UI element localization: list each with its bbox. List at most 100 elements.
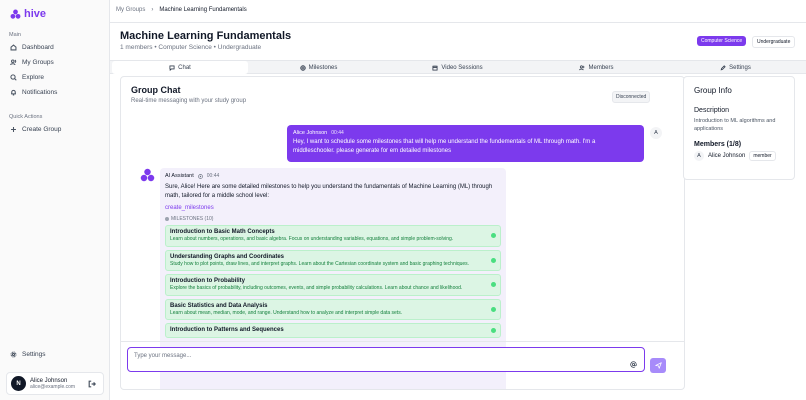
tab-video-sessions[interactable]: Video Sessions xyxy=(389,61,526,74)
sidebar-item-label: Notifications xyxy=(22,89,58,96)
message-author: Alice Johnson xyxy=(293,130,328,136)
app-name: hive xyxy=(24,8,47,20)
mention-icon[interactable] xyxy=(630,361,637,368)
page-title: Machine Learning Fundamentals xyxy=(120,30,292,42)
members-heading: Members (1/8) xyxy=(694,141,742,148)
tab-label: Milestones xyxy=(308,64,338,71)
sidebar-item-settings[interactable]: Settings xyxy=(8,348,102,361)
avatar: A xyxy=(694,151,704,161)
section-label-main: Main xyxy=(9,32,21,38)
message-input[interactable] xyxy=(127,347,645,372)
milestones-bullet-icon xyxy=(165,217,169,221)
milestones-count-label: MILESTONES (10) xyxy=(165,216,501,222)
sidebar-item-explore[interactable]: Explore xyxy=(8,71,102,84)
bot-icon xyxy=(197,173,203,179)
send-icon xyxy=(654,362,662,369)
milestone-status-icon xyxy=(491,282,496,288)
tab-chat[interactable]: Chat xyxy=(112,61,248,74)
milestone-card[interactable]: Introduction to Patterns and Sequences xyxy=(165,323,501,338)
sidebar-item-label: Explore xyxy=(22,74,45,81)
users-icon xyxy=(579,64,585,70)
avatar: N xyxy=(11,376,26,391)
breadcrumb-parent[interactable]: My Groups xyxy=(116,7,145,13)
search-icon xyxy=(10,74,17,81)
section-label-quick-actions: Quick Actions xyxy=(9,114,43,120)
description-heading: Description xyxy=(694,107,730,114)
milestone-title: Understanding Graphs and Coordinates xyxy=(170,253,285,260)
milestone-status-icon xyxy=(491,257,496,263)
target-icon xyxy=(299,64,306,71)
ai-assistant-avatar-icon xyxy=(140,168,155,182)
milestone-status-icon xyxy=(491,328,496,333)
gear-icon xyxy=(10,351,17,358)
chat-panel: Group Chat Real-time messaging with your… xyxy=(120,76,685,390)
breadcrumb-current: Machine Learning Fundamentals xyxy=(159,7,247,13)
tab-members[interactable]: Members xyxy=(528,61,665,74)
member-role-badge: member xyxy=(749,151,776,161)
tab-settings[interactable]: Settings xyxy=(667,61,804,74)
hive-logo-icon xyxy=(10,9,21,19)
breadcrumb-separator: › xyxy=(151,7,154,13)
sidebar-item-label: My Groups xyxy=(22,59,54,66)
milestone-card[interactable]: Introduction to Probability Explore the … xyxy=(165,274,501,296)
sidebar-item-label: Settings xyxy=(22,351,46,358)
group-info-panel: Group Info Description Introduction to M… xyxy=(683,76,795,180)
sidebar-item-create-group[interactable]: Create Group xyxy=(8,123,102,136)
user-email: alice@example.com xyxy=(30,383,76,390)
calendar-icon xyxy=(432,65,438,71)
member-name: Alice Johnson xyxy=(708,153,746,159)
milestone-title: Introduction to Basic Math Concepts xyxy=(170,229,275,235)
avatar: A xyxy=(650,127,662,139)
user-card[interactable]: N Alice Johnson alice@example.com xyxy=(6,372,104,395)
message-time: 00:44 xyxy=(331,130,344,136)
milestone-status-icon xyxy=(491,233,496,239)
sidebar: hive Main Dashboard My Groups Explore No… xyxy=(0,0,110,400)
milestone-title: Introduction to Probability xyxy=(170,278,245,284)
milestone-card[interactable]: Introduction to Basic Math Concepts Lear… xyxy=(165,225,501,247)
tool-call-label: create_milestones xyxy=(165,205,214,211)
logout-icon[interactable] xyxy=(88,380,96,388)
message-author: AI Assistant xyxy=(165,173,194,179)
page-subtitle: 1 members • Computer Science • Undergrad… xyxy=(120,44,262,51)
tab-label: Members xyxy=(588,64,614,71)
sidebar-item-my-groups[interactable]: My Groups xyxy=(8,56,102,69)
sidebar-item-dashboard[interactable]: Dashboard xyxy=(8,41,102,54)
chat-icon xyxy=(169,64,175,71)
milestone-card[interactable]: Understanding Graphs and Coordinates Stu… xyxy=(165,249,501,271)
milestone-description: Learn about numbers, operations, and bas… xyxy=(170,236,454,242)
sidebar-item-label: Create Group xyxy=(22,126,62,133)
tab-milestones[interactable]: Milestones xyxy=(250,61,387,74)
plus-icon xyxy=(11,127,16,132)
group-description: Introduction to ML algorithms and applic… xyxy=(694,118,776,132)
bell-icon xyxy=(11,89,16,96)
group-info-title: Group Info xyxy=(694,86,732,95)
member-row[interactable]: A Alice Johnson member xyxy=(694,151,784,161)
message-text: Hey, I want to schedule some milestones … xyxy=(293,139,596,154)
message-text: Sure, Alice! Here are some detailed mile… xyxy=(165,184,493,199)
tab-label: Video Sessions xyxy=(441,64,483,71)
milestones-count-text: MILESTONES (10) xyxy=(171,216,214,222)
milestone-description: Study how to plot points, draw lines, an… xyxy=(170,260,470,267)
milestone-description: Learn about mean, median, mode, and rang… xyxy=(170,309,403,316)
milestone-title: Basic Statistics and Data Analysis xyxy=(170,302,268,309)
connection-status-badge: Disconnected xyxy=(612,91,651,103)
pencil-icon xyxy=(720,64,726,70)
message-time: 00:44 xyxy=(206,173,220,179)
sidebar-item-notifications[interactable]: Notifications xyxy=(8,86,102,99)
subject-badge: Computer Science xyxy=(697,36,747,46)
tab-label: Settings xyxy=(729,64,751,71)
sidebar-item-label: Dashboard xyxy=(22,44,54,51)
chat-title: Group Chat xyxy=(131,85,181,95)
send-button[interactable] xyxy=(650,358,666,373)
milestone-status-icon xyxy=(491,306,496,312)
users-icon xyxy=(10,59,17,66)
main-content: My Groups › Machine Learning Fundamental… xyxy=(110,0,806,400)
milestone-title: Introduction to Patterns and Sequences xyxy=(170,327,284,333)
user-message: Alice Johnson 00:44 Hey, I want to sched… xyxy=(287,125,644,162)
tab-label: Chat xyxy=(178,64,191,71)
app-logo[interactable]: hive xyxy=(10,8,46,20)
milestone-card[interactable]: Basic Statistics and Data Analysis Learn… xyxy=(165,298,501,320)
tab-bar: Chat Milestones Video Sessions Members S… xyxy=(110,60,806,74)
breadcrumb: My Groups › Machine Learning Fundamental… xyxy=(116,7,247,13)
home-icon xyxy=(10,44,17,51)
